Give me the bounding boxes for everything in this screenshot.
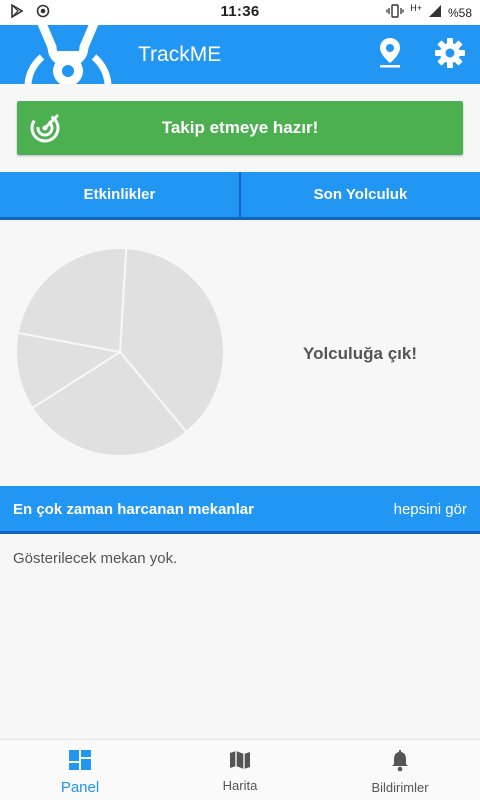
tracking-status-button[interactable]: Takip etmeye hazır! [17, 101, 463, 155]
section-tabs: Etkinlikler Son Yolculuk [0, 172, 480, 220]
nav-item-notifications[interactable]: Bildirimler [320, 740, 480, 800]
bell-icon [390, 750, 410, 775]
settings-button[interactable] [432, 37, 468, 73]
signal-icon [428, 4, 442, 21]
see-all-link[interactable]: hepsini gör [394, 501, 467, 518]
tab-events[interactable]: Etkinlikler [0, 172, 239, 220]
pie-slice-4 [16, 247, 128, 354]
activity-pie-chart [15, 247, 225, 457]
nav-label-notifications: Bildirimler [371, 780, 429, 795]
nav-label-map: Harita [222, 778, 258, 793]
places-empty-text: Gösterilecek mekan yok. [13, 550, 178, 567]
activity-chart-area: Yolculuğa çık! [0, 222, 480, 486]
status-right-icons: H+ %58 [386, 2, 472, 21]
tracking-status-label: Takip etmeye hazır! [161, 118, 319, 137]
app-title: TrackME [138, 43, 222, 66]
start-trip-text: Yolculuğa çık! [303, 344, 417, 363]
dashboard-icon [69, 750, 91, 774]
app-logo-icon [22, 25, 114, 84]
gear-icon [434, 37, 466, 74]
vibrate-icon [386, 4, 404, 21]
radar-icon [29, 112, 61, 144]
location-pin-icon [377, 36, 403, 73]
tab-last-trip[interactable]: Son Yolculuk [239, 172, 480, 220]
location-button[interactable] [374, 37, 406, 71]
places-section-title: En çok zaman harcanan mekanlar [13, 501, 254, 518]
nav-item-map[interactable]: Harita [160, 740, 320, 800]
nav-label-panel: Panel [60, 779, 100, 796]
bottom-navigation: Panel Harita Bildirimler [0, 739, 480, 800]
battery-level: %58 [447, 5, 472, 20]
status-bar: 11:36 H+ %58 [0, 0, 480, 25]
app-bar: TrackME [0, 25, 480, 84]
map-icon [229, 750, 251, 773]
network-type: H+ [410, 2, 422, 13]
places-section-header: En çok zaman harcanan mekanlar hepsini g… [0, 486, 480, 534]
nav-item-panel[interactable]: Panel [0, 740, 160, 800]
